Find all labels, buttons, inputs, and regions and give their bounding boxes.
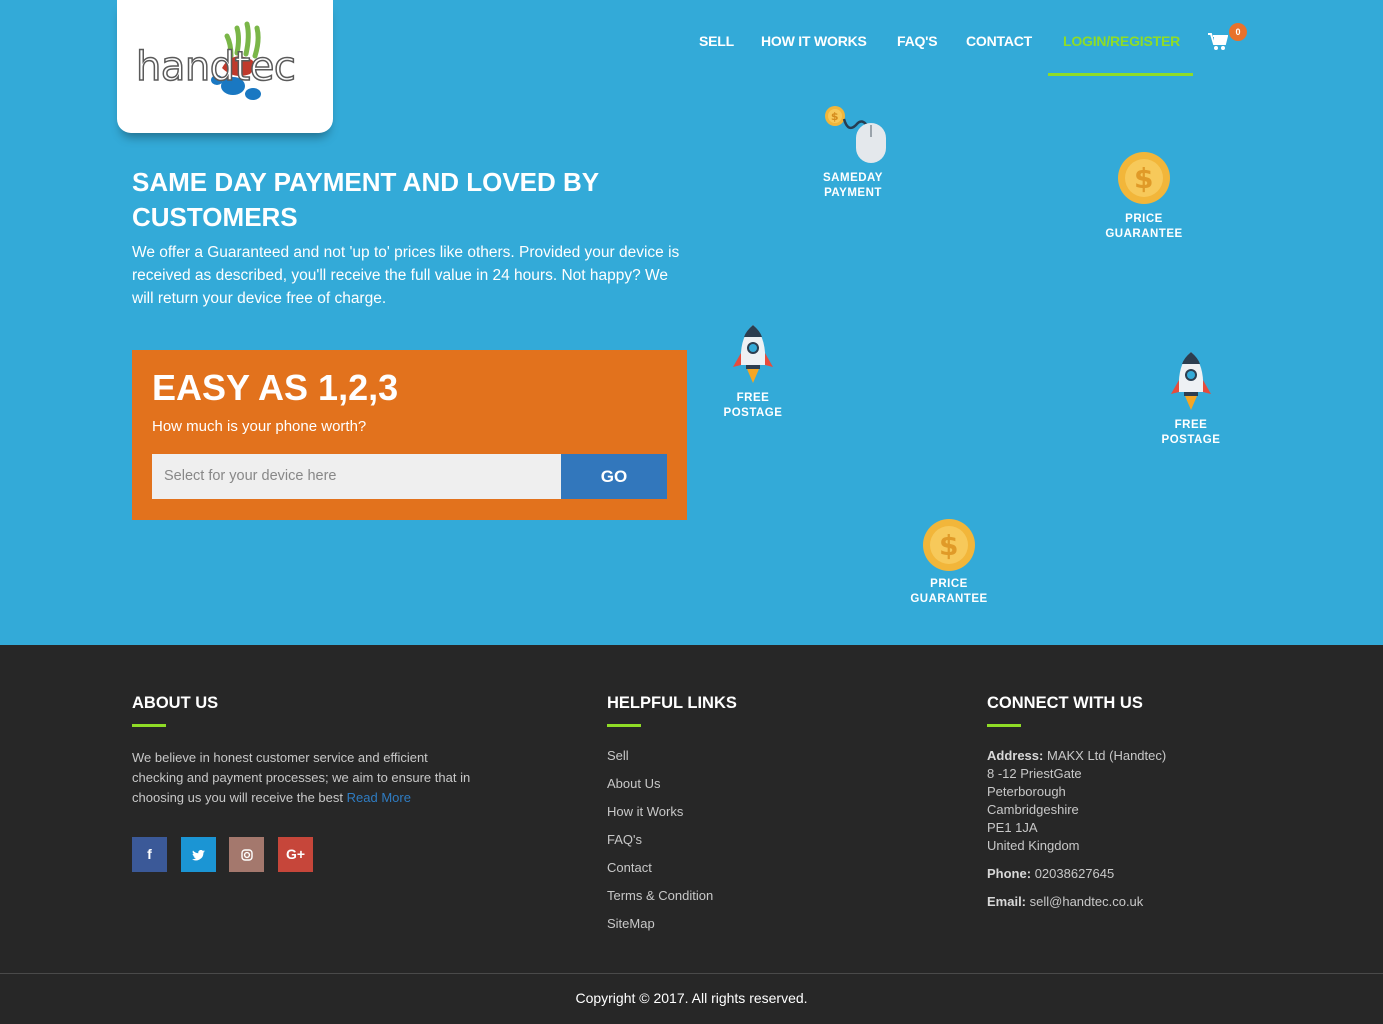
connect-heading-bar (987, 724, 1021, 727)
feature-price-guarantee-2: $ PRICE GUARANTEE (909, 517, 989, 607)
phone-line: Phone: 02038627645 (987, 866, 1114, 881)
nav-active-underline (1048, 73, 1193, 76)
about-text: We believe in honest customer service an… (132, 748, 482, 808)
hero-section: handtec SELL HOW IT WORKS FAQ'S CONTACT … (0, 0, 1383, 645)
footer-link-how-it-works[interactable]: How it Works (607, 804, 683, 819)
feature-line1: FREE (736, 392, 770, 404)
address-label: Address: (987, 748, 1044, 763)
nav-login-register[interactable]: LOGIN/REGISTER (1063, 33, 1180, 49)
easy-subtitle: How much is your phone worth? (152, 418, 367, 435)
easy-title: EASY AS 1,2,3 (152, 367, 399, 408)
footer-link-sitemap[interactable]: SiteMap (607, 916, 655, 931)
nav-faqs[interactable]: FAQ'S (897, 33, 938, 49)
feature-price-guarantee-1: $ PRICE GUARANTEE (1104, 150, 1184, 242)
feature-free-postage-1: FREE POSTAGE (718, 323, 788, 421)
copyright: Copyright © 2017. All rights reserved. (575, 990, 808, 1006)
device-quote-box: EASY AS 1,2,3 How much is your phone wor… (132, 350, 687, 520)
rocket-icon (1171, 352, 1211, 410)
dollar-coin-icon: $ (923, 519, 975, 571)
about-heading-bar (132, 724, 166, 727)
feature-free-postage-2: FREE POSTAGE (1156, 350, 1226, 448)
hero-description: We offer a Guaranteed and not 'up to' pr… (132, 244, 680, 307)
email-line: Email: sell@handtec.co.uk (987, 894, 1143, 909)
read-more-link[interactable]: Read More (347, 790, 411, 805)
facebook-icon[interactable]: f (132, 837, 167, 872)
nav-contact[interactable]: CONTACT (966, 33, 1032, 49)
email-label: Email: (987, 894, 1027, 909)
svg-text:$: $ (939, 529, 959, 562)
feature-line1: PRICE (1125, 213, 1163, 225)
google-plus-icon[interactable]: G+ (278, 837, 313, 872)
address-line-2: 8 -12 PriestGate (987, 766, 1082, 781)
email-value[interactable]: sell@handtec.co.uk (1030, 894, 1144, 909)
links-heading: HELPFUL LINKS (607, 694, 737, 712)
feature-sameday-payment: $ SAMEDAY PAYMENT (815, 103, 891, 201)
footer-link-faqs[interactable]: FAQ's (607, 832, 642, 847)
phone-label: Phone: (987, 866, 1032, 881)
phone-value[interactable]: 02038627645 (1035, 866, 1115, 881)
feature-line2: GUARANTEE (910, 593, 988, 605)
logo[interactable]: handtec (117, 0, 333, 133)
svg-text:$: $ (831, 110, 839, 123)
address-line-5: PE1 1JA (987, 820, 1038, 835)
footer: ABOUT US We believe in honest customer s… (0, 645, 1383, 1024)
footer-link-sell[interactable]: Sell (607, 748, 629, 763)
device-select-input[interactable]: Select for your device here (152, 454, 561, 499)
footer-divider (0, 973, 1383, 974)
rocket-icon (733, 325, 773, 383)
go-button[interactable]: GO (561, 454, 667, 499)
about-heading: ABOUT US (132, 694, 219, 712)
feature-line2: POSTAGE (723, 407, 783, 419)
footer-link-contact[interactable]: Contact (607, 860, 652, 875)
feature-line2: PAYMENT (824, 187, 882, 199)
dollar-coin-icon: $ (1118, 152, 1170, 204)
footer-link-about-us[interactable]: About Us (607, 776, 660, 791)
feature-line2: POSTAGE (1161, 434, 1221, 446)
nav-sell[interactable]: SELL (699, 33, 734, 49)
address-line: Address: MAKX Ltd (Handtec) (987, 748, 1166, 763)
feature-line2: GUARANTEE (1105, 228, 1183, 240)
mouse-coin-icon: $ (825, 106, 886, 163)
connect-heading: CONNECT WITH US (987, 694, 1143, 712)
feature-line1: SAMEDAY (823, 172, 883, 184)
address-line-3: Peterborough (987, 784, 1066, 799)
hero-title: SAME DAY PAYMENT AND LOVED BY CUSTOMERS (132, 167, 599, 232)
nav-how-it-works[interactable]: HOW IT WORKS (761, 33, 867, 49)
address-line-6: United Kingdom (987, 838, 1080, 853)
cart-count-badge: 0 (1229, 23, 1247, 41)
logo-text: handtec (135, 43, 296, 91)
footer-link-terms[interactable]: Terms & Condition (607, 888, 713, 903)
address-line-1: MAKX Ltd (Handtec) (1046, 748, 1167, 763)
svg-text:$: $ (1134, 162, 1154, 195)
twitter-icon[interactable] (181, 837, 216, 872)
instagram-icon[interactable] (229, 837, 264, 872)
links-heading-bar (607, 724, 641, 727)
address-line-4: Cambridgeshire (987, 802, 1079, 817)
feature-line1: PRICE (930, 578, 968, 590)
feature-line1: FREE (1174, 419, 1208, 431)
cart-icon[interactable] (1208, 33, 1228, 51)
about-body: We believe in honest customer service an… (132, 750, 471, 805)
